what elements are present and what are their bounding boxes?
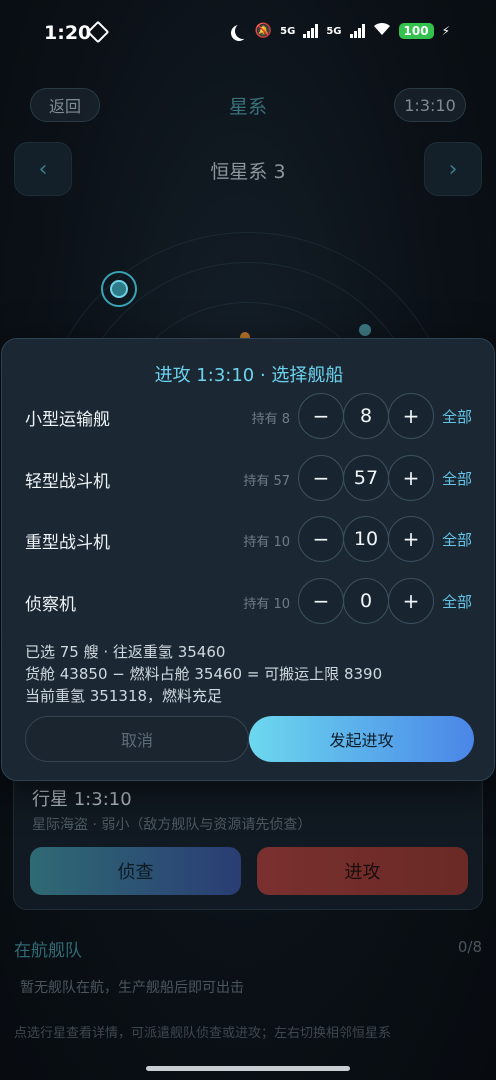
ship-name: 小型运输舰 — [25, 410, 110, 430]
attack-ship-selection-modal: 进攻 1:3:10 · 选择舰船 小型运输舰 持有 8 − 8 + 全部 轻型战… — [1, 338, 495, 781]
ship-name: 轻型战斗机 — [25, 472, 110, 492]
increase-button[interactable]: + — [388, 578, 434, 624]
ship-owned: 持有 8 — [251, 412, 290, 427]
ship-row: 侦察机 持有 10 − 0 + 全部 — [2, 578, 496, 624]
fleet-summary: 已选 75 艘 · 往返重氢 35460 货舱 43850 − 燃料占舱 354… — [25, 641, 382, 707]
decrease-button[interactable]: − — [298, 455, 344, 501]
summary-line: 货舱 43850 − 燃料占舱 35460 = 可搬运上限 8390 — [25, 665, 383, 683]
ship-row: 重型战斗机 持有 10 − 10 + 全部 — [2, 516, 496, 562]
time-button[interactable]: 1:3:10 — [394, 88, 466, 122]
planet-card: 行星 1:3:10 星际海盗 · 弱小（敌方舰队与资源请先侦查） 侦查 进攻 — [13, 760, 483, 910]
select-all-link[interactable]: 全部 — [442, 468, 472, 489]
ship-owned: 持有 10 — [243, 535, 290, 550]
ship-owned: 持有 10 — [243, 597, 290, 612]
launch-attack-button[interactable]: 发起进攻 — [249, 716, 474, 762]
fleet-empty-text: 暂无舰队在航，生产舰船后即可出击 — [20, 980, 244, 996]
ship-owned: 持有 57 — [243, 474, 290, 489]
decrease-button[interactable]: − — [298, 393, 344, 439]
ship-name: 侦察机 — [25, 595, 76, 615]
quantity-field[interactable]: 10 — [343, 516, 389, 562]
quantity-field[interactable]: 0 — [343, 578, 389, 624]
next-system-button[interactable]: › — [424, 142, 482, 196]
decrease-button[interactable]: − — [298, 578, 344, 624]
ship-name: 重型战斗机 — [25, 533, 110, 553]
planet-title: 行星 1:3:10 — [32, 789, 132, 810]
increase-button[interactable]: + — [388, 455, 434, 501]
planet-subtitle: 星际海盗 · 弱小（敌方舰队与资源请先侦查） — [32, 817, 312, 833]
select-all-link[interactable]: 全部 — [442, 529, 472, 550]
planet[interactable] — [359, 324, 371, 336]
fleet-count: 0/8 — [457, 938, 482, 956]
system-name: 恒星系 3 — [210, 161, 286, 183]
increase-button[interactable]: + — [388, 516, 434, 562]
planet-selected[interactable] — [110, 280, 128, 298]
modal-title: 进攻 1:3:10 · 选择舰船 — [154, 365, 344, 386]
ship-row: 轻型战斗机 持有 57 − 57 + 全部 — [2, 455, 496, 501]
hint-text: 点选行星查看详情，可派遣舰队侦查或进攻；左右切换相邻恒星系 — [14, 1026, 392, 1041]
attack-button[interactable]: 进攻 — [257, 847, 468, 895]
summary-line: 当前重氢 351318，燃料充足 — [25, 687, 223, 705]
decrease-button[interactable]: − — [298, 516, 344, 562]
ship-row: 小型运输舰 持有 8 − 8 + 全部 — [2, 393, 496, 439]
scout-button[interactable]: 侦查 — [30, 847, 241, 895]
quantity-field[interactable]: 57 — [343, 455, 389, 501]
fleet-title: 在航舰队 — [14, 941, 82, 961]
cancel-button[interactable]: 取消 — [25, 716, 249, 762]
summary-line: 已选 75 艘 · 往返重氢 35460 — [25, 643, 226, 661]
home-indicator[interactable] — [146, 1066, 350, 1071]
select-all-link[interactable]: 全部 — [442, 591, 472, 612]
select-all-link[interactable]: 全部 — [442, 406, 472, 427]
increase-button[interactable]: + — [388, 393, 434, 439]
quantity-field[interactable]: 8 — [343, 393, 389, 439]
